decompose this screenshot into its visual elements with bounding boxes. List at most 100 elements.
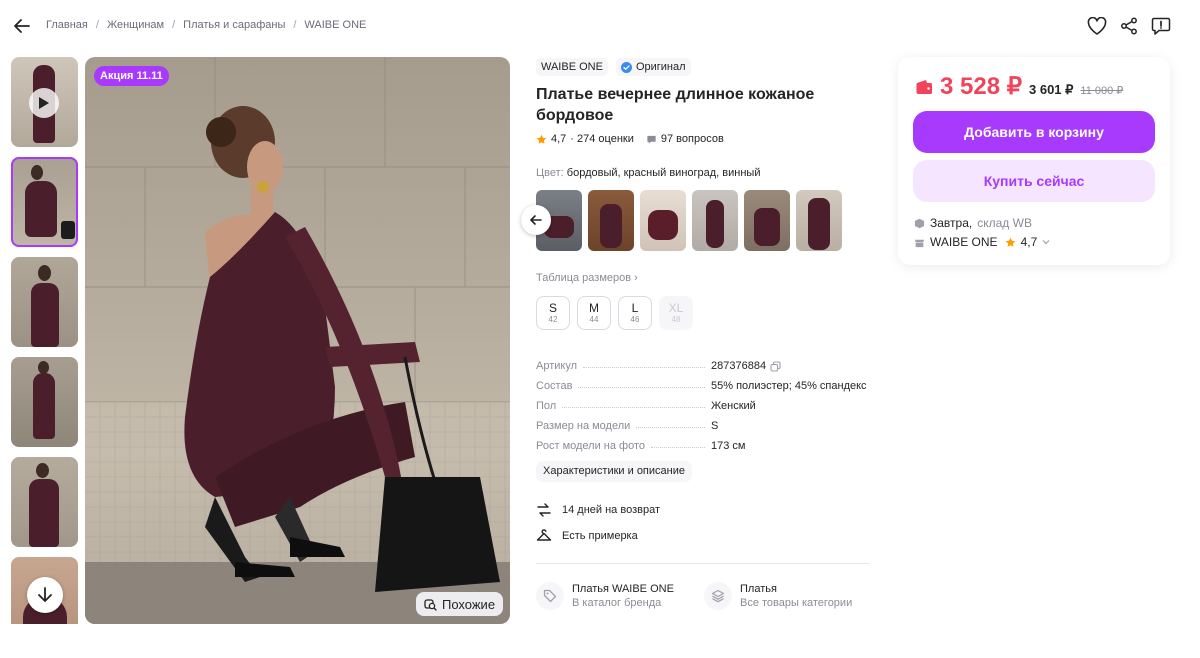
spec-value: Женский — [711, 400, 756, 412]
arrow-left-icon — [530, 215, 542, 225]
arrow-down-icon — [38, 587, 52, 602]
thumbnail-list[interactable] — [11, 57, 78, 624]
similar-button-label: Похожие — [442, 596, 496, 612]
return-policy-label: 14 дней на возврат — [562, 504, 660, 516]
spec-row: Пол Женский — [536, 392, 876, 412]
original-badge: Оригинал — [615, 58, 691, 76]
hanger-icon — [536, 529, 552, 541]
brand-row: WAIBE ONE Оригинал — [536, 58, 691, 76]
size-option-l[interactable]: L 46 — [618, 296, 652, 330]
size-ru: 48 — [671, 315, 681, 324]
wallet-price: 3 528 ₽ — [940, 73, 1022, 100]
spec-value: 173 см — [711, 440, 746, 452]
wallet-icon — [916, 79, 932, 94]
size-label: M — [589, 301, 599, 315]
spec-key: Состав — [536, 380, 573, 392]
questions-link[interactable]: 97 вопросов — [661, 133, 724, 145]
variants-prev-button[interactable] — [521, 205, 551, 235]
size-selector: S 42 M 44 L 46 XL 48 — [536, 296, 693, 330]
rating-row: 4,7 · 274 оценки 97 вопросов — [536, 133, 724, 145]
arrow-left-icon — [14, 19, 30, 33]
favorite-button[interactable] — [1085, 14, 1109, 38]
size-ru: 46 — [630, 315, 640, 324]
heart-icon — [1087, 17, 1107, 35]
thumbnail-image[interactable] — [11, 257, 78, 347]
report-button[interactable] — [1149, 14, 1173, 38]
spec-list: Артикул 287376884 Состав 55% полиэстер; 4… — [536, 352, 876, 452]
category-sub: Все товары категории — [740, 597, 853, 609]
spec-key: Размер на модели — [536, 420, 631, 432]
size-label: L — [631, 301, 639, 315]
spec-row: Размер на модели S — [536, 412, 876, 432]
layers-icon — [704, 582, 732, 610]
spec-value: 55% полиэстер; 45% спандекс — [711, 380, 867, 392]
category-link[interactable]: Платья Все товары категории — [704, 582, 852, 610]
back-button[interactable] — [10, 14, 34, 38]
shop-icon — [914, 239, 925, 247]
seller-rating: 4,7 — [1020, 235, 1038, 249]
add-to-cart-button[interactable]: Добавить в корзину — [913, 111, 1155, 153]
return-policy: 14 дней на возврат — [536, 502, 660, 518]
share-button[interactable] — [1117, 14, 1141, 38]
brand-catalog-sub: В каталог бренда — [572, 597, 662, 609]
thumbnail-video[interactable] — [11, 57, 78, 147]
tag-icon — [536, 582, 564, 610]
main-product-photo[interactable] — [85, 57, 510, 624]
box-icon — [914, 218, 925, 228]
article-number: 287376884 — [711, 360, 767, 372]
color-variant[interactable] — [744, 190, 790, 251]
size-option-s[interactable]: S 42 — [536, 296, 570, 330]
star-icon — [536, 134, 547, 144]
divider — [536, 563, 870, 564]
size-option-m[interactable]: M 44 — [577, 296, 611, 330]
price-row: 3 528 ₽ 3 601 ₽ 11 000 ₽ — [915, 72, 1123, 101]
color-value: бордовый, красный виноград, винный — [566, 167, 761, 179]
spec-value: S — [711, 420, 719, 432]
characteristics-button[interactable]: Характеристики и описание — [536, 461, 692, 482]
regular-price: 3 601 ₽ — [1029, 82, 1074, 97]
breadcrumb-women[interactable]: Женщинам — [107, 19, 164, 31]
delivery-warehouse: склад WB — [977, 216, 1032, 230]
delivery-info: Завтра, склад WB — [914, 216, 1032, 230]
color-variant[interactable] — [796, 190, 842, 251]
thumbnail-image[interactable] — [11, 357, 78, 447]
color-variant[interactable] — [692, 190, 738, 251]
color-variant[interactable] — [640, 190, 686, 251]
reviews-link[interactable]: · 274 оценки — [570, 133, 634, 145]
star-icon — [1005, 237, 1015, 247]
return-arrows-icon — [537, 503, 551, 517]
breadcrumb-home[interactable]: Главная — [46, 19, 88, 31]
spec-key: Артикул — [536, 360, 578, 372]
breadcrumb-dresses[interactable]: Платья и сарафаны — [183, 19, 285, 31]
promo-badge: Акция 11.11 — [94, 66, 169, 86]
thumbnail-image[interactable] — [11, 457, 78, 547]
brand-catalog-link[interactable]: Платья WAIBE ONE В каталог бренда — [536, 582, 674, 610]
brand-link[interactable]: WAIBE ONE — [536, 58, 608, 76]
breadcrumb-brand[interactable]: WAIBE ONE — [304, 19, 366, 31]
seller-name: WAIBE ONE — [930, 235, 998, 249]
fitting-label: Есть примерка — [562, 530, 638, 542]
color-label: Цвет: — [536, 167, 564, 179]
color-row: Цвет: бордовый, красный виноград, винный — [536, 167, 760, 179]
spec-row: Состав 55% полиэстер; 45% спандекс — [536, 372, 876, 392]
copy-icon[interactable] — [770, 360, 781, 372]
size-label: S — [548, 301, 557, 315]
size-table-link[interactable]: Таблица размеров › — [536, 272, 638, 284]
seller-row[interactable]: WAIBE ONE 4,7 — [914, 235, 1050, 249]
thumbnail-image[interactable] — [11, 157, 78, 247]
product-title: Платье вечернее длинное кожаное бордовое — [536, 86, 815, 124]
original-label: Оригинал — [635, 61, 686, 73]
feedback-icon — [1151, 17, 1171, 35]
buy-now-button[interactable]: Купить сейчас — [913, 160, 1155, 202]
brand-catalog-title: Платья WAIBE ONE — [572, 583, 674, 595]
color-variant[interactable] — [588, 190, 634, 251]
delivery-day: Завтра, — [930, 216, 973, 230]
size-label: XL — [668, 301, 684, 315]
rating-value: 4,7 — [551, 133, 567, 145]
size-ru: 44 — [589, 315, 599, 324]
similar-button[interactable]: Похожие — [416, 592, 504, 616]
spec-row: Рост модели на фото 173 см — [536, 432, 876, 452]
verified-icon — [620, 61, 632, 73]
breadcrumb: Главная / Женщинам / Платья и сарафаны / WA… — [46, 19, 367, 31]
thumbnails-scroll-down-button[interactable] — [27, 577, 63, 613]
